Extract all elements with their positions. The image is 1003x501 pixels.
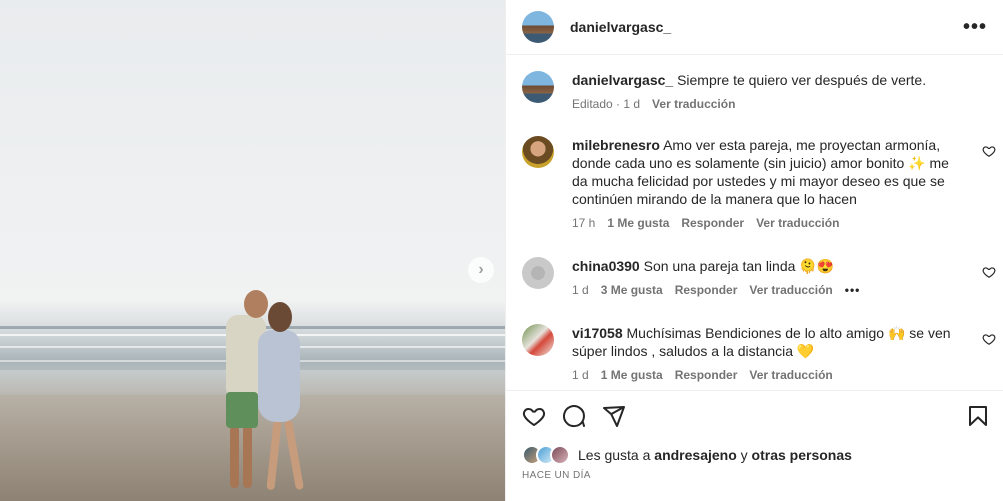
avatar (550, 445, 570, 465)
likes-prefix: Les gusta a (578, 447, 651, 463)
reply-button[interactable]: Responder (675, 283, 738, 297)
avatar[interactable] (522, 71, 554, 103)
post-timestamp: HACE UN DÍA (522, 470, 591, 481)
post-image[interactable]: › (0, 0, 505, 501)
more-horizontal-icon[interactable]: ••• (963, 16, 987, 39)
post-actions: Les gusta a andresajeno y otras personas… (506, 390, 1003, 501)
likes-text: Les gusta a andresajeno y otras personas (578, 447, 852, 463)
avatar[interactable] (522, 136, 554, 168)
reply-button[interactable]: Responder (681, 216, 744, 230)
translate-link[interactable]: Ver traducción (749, 368, 832, 382)
man-leg (243, 426, 252, 488)
translate-link[interactable]: Ver traducción (756, 216, 839, 230)
comments-list[interactable]: danielvargasc_ Siempre te quiero ver des… (506, 55, 1003, 390)
likes-joiner: y (740, 447, 748, 463)
likes-summary: Les gusta a andresajeno y otras personas (522, 445, 852, 465)
next-image-button[interactable]: › (468, 257, 494, 283)
comment: vi17058 Muchísimas Bendiciones de lo alt… (522, 324, 1003, 382)
action-bar (522, 403, 990, 429)
others-link[interactable]: otras personas (752, 447, 852, 463)
translate-link[interactable]: Ver traducción (652, 97, 735, 111)
comment-icon[interactable] (562, 404, 586, 428)
post-header: danielvargasc_ ••• (506, 0, 1003, 55)
woman-head (268, 302, 292, 332)
heart-icon[interactable] (982, 332, 996, 346)
translate-link[interactable]: Ver traducción (749, 283, 832, 297)
heart-icon[interactable] (522, 404, 546, 428)
liker-username[interactable]: andresajeno (654, 447, 736, 463)
author-username[interactable]: danielvargasc_ (570, 19, 671, 35)
comment-time[interactable]: 17 h (572, 216, 595, 230)
man-shorts (226, 392, 258, 428)
chevron-right-icon: › (478, 261, 484, 278)
comment-text: Muchísimas Bendiciones de lo alto amigo … (572, 325, 951, 359)
avatar[interactable] (522, 257, 554, 289)
comment-likes[interactable]: 3 Me gusta (601, 283, 663, 297)
caption: danielvargasc_ Siempre te quiero ver des… (522, 71, 992, 111)
avatar[interactable] (522, 11, 554, 43)
comment-time[interactable]: 1 d (572, 368, 589, 382)
caption-edited: Editado · 1 d (572, 97, 641, 111)
comment-options-icon[interactable]: ••• (845, 283, 861, 297)
caption-text: Siempre te quiero ver después de verte. (677, 72, 927, 88)
heart-icon[interactable] (982, 144, 996, 158)
comment-username[interactable]: china0390 (572, 258, 640, 274)
comment: milebrenesro Amo ver esta pareja, me pro… (522, 136, 1003, 230)
comment-username[interactable]: vi17058 (572, 325, 623, 341)
comment-text: Son una pareja tan linda 🫠😍 (643, 258, 835, 274)
heart-icon[interactable] (982, 265, 996, 279)
reply-button[interactable]: Responder (675, 368, 738, 382)
man-leg (230, 426, 239, 488)
comment: china0390 Son una pareja tan linda 🫠😍 1 … (522, 257, 1003, 297)
man-head (244, 290, 268, 318)
comment-likes[interactable]: 1 Me gusta (601, 368, 663, 382)
woman-dress (258, 330, 300, 422)
bookmark-icon[interactable] (966, 404, 990, 428)
caption-username[interactable]: danielvargasc_ (572, 72, 673, 88)
comment-likes[interactable]: 1 Me gusta (607, 216, 669, 230)
comment-username[interactable]: milebrenesro (572, 137, 660, 153)
post-panel: danielvargasc_ ••• danielvargasc_ Siempr… (505, 0, 1003, 501)
avatar[interactable] (522, 324, 554, 356)
comment-time[interactable]: 1 d (572, 283, 589, 297)
send-icon[interactable] (602, 404, 626, 428)
